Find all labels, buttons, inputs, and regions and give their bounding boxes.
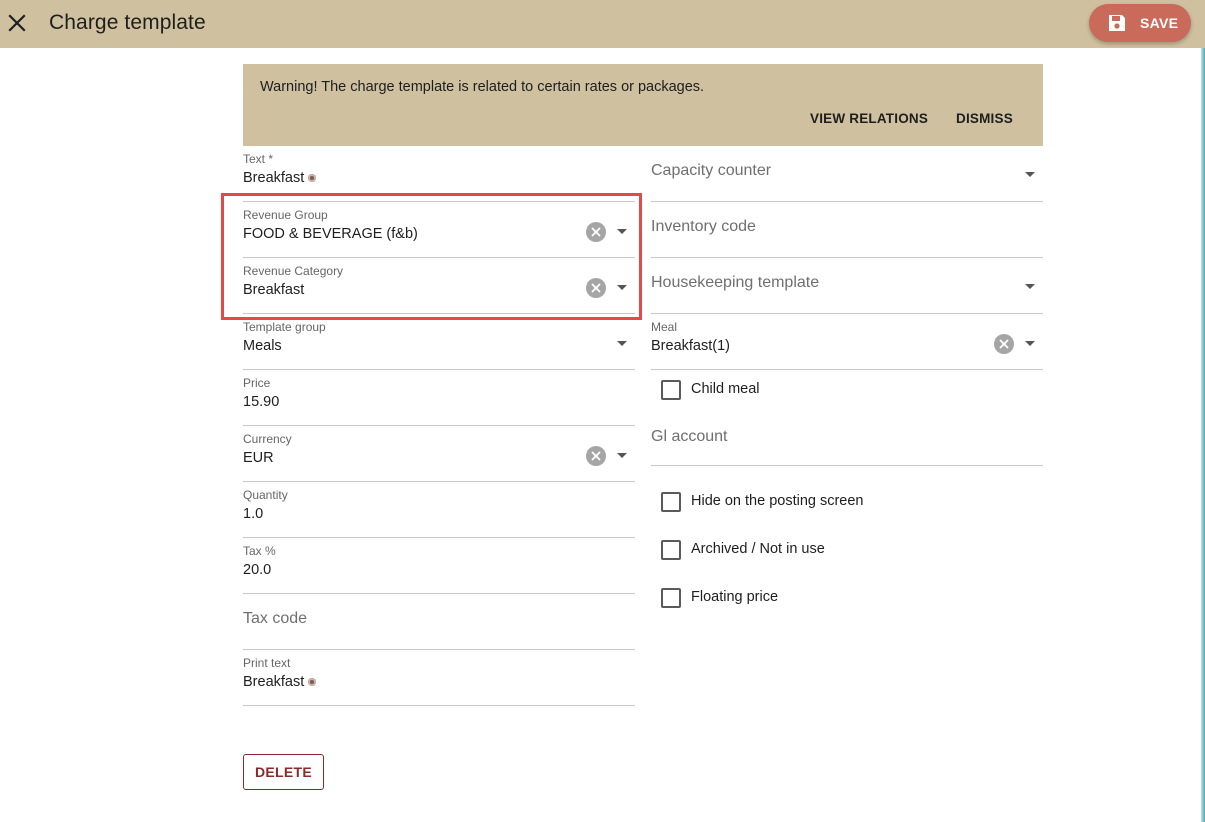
tax-code-placeholder: Tax code bbox=[243, 610, 308, 627]
quantity-field[interactable]: Quantity 1.0 bbox=[243, 482, 635, 538]
checkbox-box[interactable] bbox=[661, 492, 681, 512]
currency-value: EUR bbox=[243, 450, 274, 466]
save-label: SAVE bbox=[1140, 15, 1179, 31]
checkbox-box[interactable] bbox=[661, 588, 681, 608]
chevron-down-icon[interactable] bbox=[1025, 172, 1035, 177]
housekeeping-template-placeholder: Housekeeping template bbox=[651, 274, 820, 291]
capacity-counter-select[interactable]: Capacity counter bbox=[651, 146, 1043, 202]
tax-code-field[interactable]: Tax code bbox=[243, 594, 635, 650]
checkbox-box[interactable] bbox=[661, 380, 681, 400]
currency-label: Currency bbox=[243, 432, 292, 446]
text-value: Breakfast bbox=[243, 170, 317, 186]
capacity-counter-placeholder: Capacity counter bbox=[651, 162, 772, 179]
meal-select[interactable]: Meal Breakfast(1) bbox=[651, 314, 1043, 370]
archived-label: Archived / Not in use bbox=[691, 541, 825, 557]
text-value-content: Breakfast bbox=[243, 170, 305, 186]
tax-percent-value: 20.0 bbox=[243, 562, 272, 578]
print-text-value: Breakfast bbox=[243, 674, 317, 690]
close-button[interactable] bbox=[6, 12, 28, 34]
price-value: 15.90 bbox=[243, 394, 280, 410]
page-title: Charge template bbox=[49, 11, 206, 34]
top-bar: Charge template SAVE bbox=[0, 0, 1205, 48]
gl-account-placeholder: Gl account bbox=[651, 428, 728, 445]
window-edge bbox=[1201, 48, 1205, 822]
housekeeping-template-select[interactable]: Housekeeping template bbox=[651, 258, 1043, 314]
print-text-field[interactable]: Print text Breakfast bbox=[243, 650, 635, 706]
currency-select[interactable]: Currency EUR bbox=[243, 426, 635, 482]
tax-percent-label: Tax % bbox=[243, 544, 276, 558]
text-label: Text * bbox=[243, 152, 274, 166]
floating-price-label: Floating price bbox=[691, 589, 779, 605]
save-button[interactable]: SAVE bbox=[1089, 4, 1191, 42]
tax-percent-field[interactable]: Tax % 20.0 bbox=[243, 538, 635, 594]
template-group-label: Template group bbox=[243, 320, 326, 334]
quantity-label: Quantity bbox=[243, 488, 288, 502]
close-icon bbox=[8, 14, 26, 32]
dismiss-button[interactable]: DISMISS bbox=[956, 111, 1013, 126]
meal-value: Breakfast(1) bbox=[651, 338, 730, 354]
warning-message: Warning! The charge template is related … bbox=[260, 79, 705, 95]
meal-label: Meal bbox=[651, 320, 678, 334]
chevron-down-icon[interactable] bbox=[1025, 284, 1035, 289]
price-label: Price bbox=[243, 376, 271, 390]
highlight-box bbox=[221, 193, 642, 320]
view-relations-button[interactable]: VIEW RELATIONS bbox=[810, 111, 928, 126]
save-icon bbox=[1109, 15, 1125, 31]
checkbox-box[interactable] bbox=[661, 540, 681, 560]
quantity-value: 1.0 bbox=[243, 506, 264, 522]
translation-dot-icon[interactable] bbox=[308, 678, 317, 686]
print-text-label: Print text bbox=[243, 656, 291, 670]
warning-banner: Warning! The charge template is related … bbox=[243, 64, 1043, 146]
hide-on-posting-label: Hide on the posting screen bbox=[691, 493, 864, 509]
template-group-select[interactable]: Template group Meals bbox=[243, 314, 635, 370]
inventory-code-field[interactable]: Inventory code bbox=[651, 202, 1043, 258]
inventory-code-placeholder: Inventory code bbox=[651, 218, 756, 235]
chevron-down-icon[interactable] bbox=[617, 453, 627, 458]
template-group-value: Meals bbox=[243, 338, 282, 354]
translation-dot-icon[interactable] bbox=[308, 174, 317, 182]
price-field[interactable]: Price 15.90 bbox=[243, 370, 635, 426]
chevron-down-icon[interactable] bbox=[617, 341, 627, 346]
gl-account-field[interactable]: Gl account bbox=[651, 410, 1043, 466]
child-meal-label: Child meal bbox=[691, 381, 760, 397]
clear-currency-icon[interactable] bbox=[586, 446, 606, 466]
chevron-down-icon[interactable] bbox=[1025, 341, 1035, 346]
print-text-value-content: Breakfast bbox=[243, 674, 305, 690]
clear-meal-icon[interactable] bbox=[994, 334, 1014, 354]
delete-button[interactable]: DELETE bbox=[243, 754, 324, 790]
